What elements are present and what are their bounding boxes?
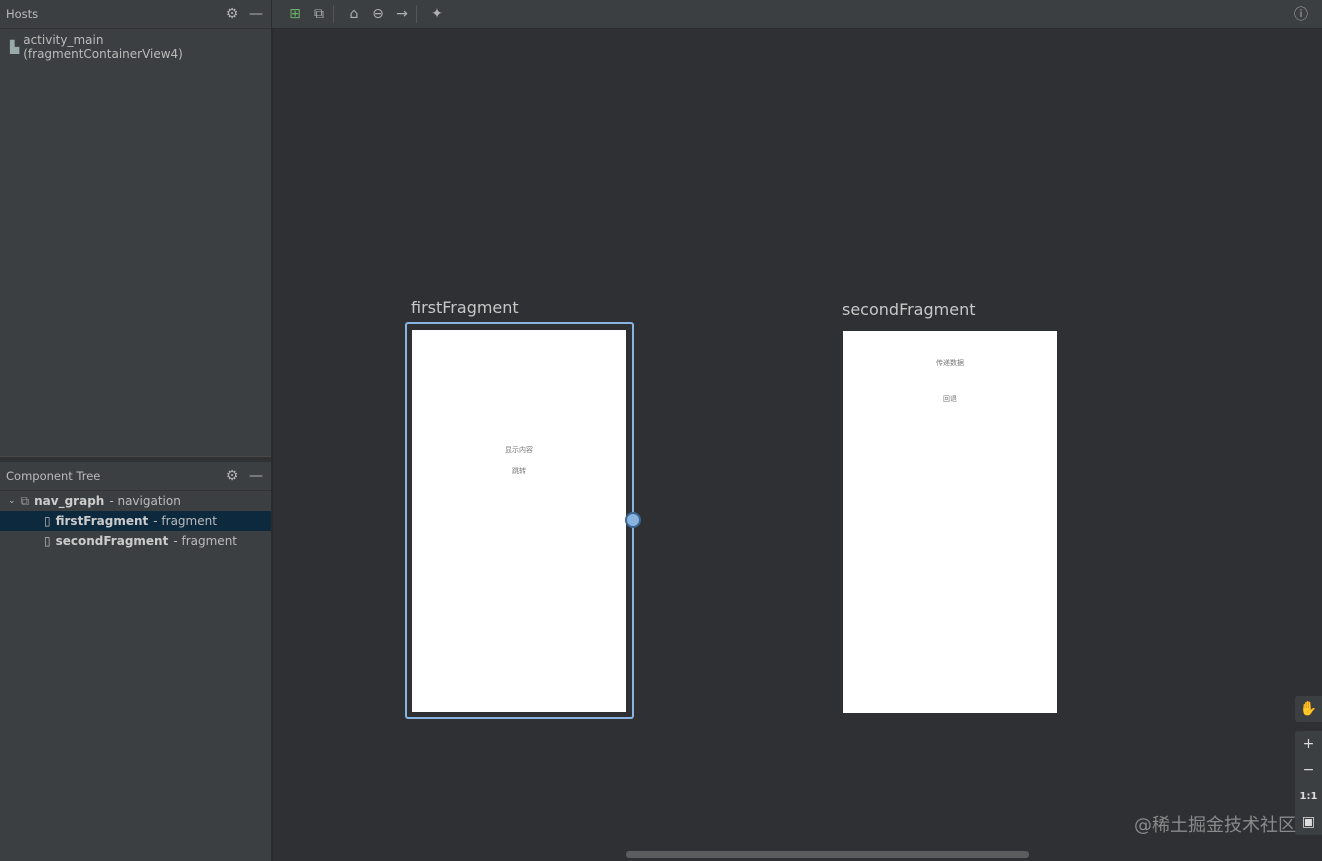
fragment-icon: ▯ [44,514,51,528]
arrow-right-icon[interactable]: → [393,5,411,23]
minimize-icon[interactable]: — [247,5,265,23]
tree-title: Component Tree [6,469,101,483]
tree-item-type: - fragment [173,534,237,548]
second-fragment-label: secondFragment [842,300,976,319]
divider [416,5,417,23]
nav-graph-canvas[interactable]: firstFragment 显示内容 跳转 secondFragment 传递数… [273,29,1322,861]
tree-header: Component Tree ⚙ — [0,462,271,491]
pan-control: ✋ [1295,696,1322,722]
fragment-icon: ▯ [44,534,51,548]
left-panel: Hosts ⚙ — ▙ activity_main (fragmentConta… [0,0,272,861]
actual-size-button[interactable]: 1:1 [1295,783,1322,809]
tree-item-type: - navigation [109,494,181,508]
gear-icon[interactable]: ⚙ [223,467,241,485]
tree-item-type: - fragment [153,514,217,528]
layout-icon: ▙ [10,40,20,54]
tree-item-first-fragment[interactable]: ▯ firstFragment - fragment [0,511,271,531]
tree-item-name: nav_graph [34,494,105,508]
first-fragment-screen[interactable]: 显示内容 跳转 [412,330,626,712]
action-handle[interactable] [625,512,641,528]
screen-button-text: 跳转 [512,467,526,475]
screen-button-text: 回退 [943,395,957,403]
tree-item-name: secondFragment [55,534,169,548]
host-label: activity_main (fragmentContainerView4) [23,33,183,61]
first-fragment-label: firstFragment [411,298,519,317]
tree-item-nav-graph[interactable]: ⌄ ⧉ nav_graph - navigation [0,491,271,511]
gear-icon[interactable]: ⚙ [223,5,241,23]
hand-icon[interactable]: ✋ [1295,696,1322,722]
hosts-title: Hosts [6,7,39,21]
new-destination-icon[interactable]: ⊞ [286,5,304,23]
second-fragment-screen[interactable]: 传递数据 回退 [843,331,1057,713]
hosts-list: ▙ activity_main (fragmentContainerView4) [0,29,271,456]
horizontal-scrollbar[interactable] [626,851,1029,858]
navigation-icon: ⧉ [20,493,30,508]
tree-item-name: firstFragment [55,514,149,528]
tree-item-second-fragment[interactable]: ▯ secondFragment - fragment [0,531,271,551]
screen-text: 传递数据 [936,359,964,367]
screen-text: 显示内容 [505,446,533,454]
watermark: @稀土掘金技术社区 [1134,815,1296,836]
home-icon[interactable]: ⌂ [345,5,363,23]
fit-screen-icon[interactable]: ▣ [1295,809,1322,835]
divider [333,5,334,23]
hosts-header: Hosts ⚙ — [0,0,271,29]
zoom-in-icon[interactable]: + [1295,731,1322,757]
warning-icon[interactable]: ⓘ [1292,5,1310,23]
nested-graph-icon[interactable]: ⧉ [310,5,328,23]
zoom-out-icon[interactable]: − [1295,757,1322,783]
host-item[interactable]: ▙ activity_main (fragmentContainerView4) [0,29,271,65]
zoom-controls: + − 1:1 ▣ [1295,731,1322,835]
auto-arrange-icon[interactable]: ✦ [428,5,446,23]
toolbar: ⊞ ⧉ ⌂ ⊖ → ✦ ⓘ [272,0,1322,29]
minimize-icon[interactable]: — [247,467,265,485]
link-icon[interactable]: ⊖ [369,5,387,23]
chevron-down-icon[interactable]: ⌄ [8,496,16,506]
